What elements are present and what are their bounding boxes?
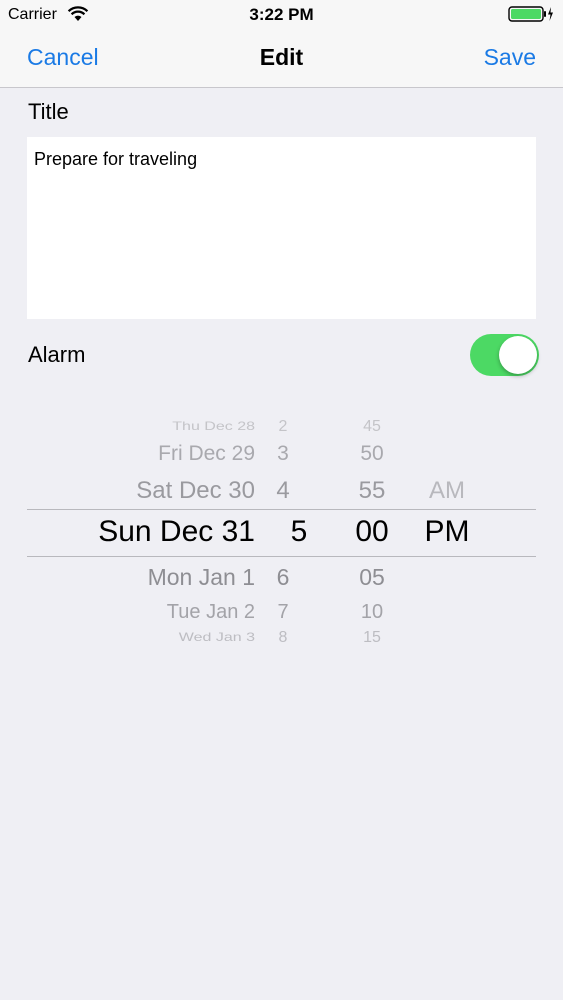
title-label: Title — [28, 99, 69, 124]
picker-hour-option[interactable]: 7 — [268, 601, 298, 624]
picker-date-selected[interactable]: Sun Dec 31 — [98, 515, 255, 549]
alarm-label: Alarm — [28, 342, 86, 367]
picker-date-option[interactable]: Tue Jan 2 — [167, 601, 255, 624]
picker-date-option[interactable]: Mon Jan 1 — [148, 564, 255, 591]
picker-date-option[interactable]: Sat Dec 30 — [136, 477, 255, 505]
picker-pm-selected[interactable]: PM — [417, 515, 477, 549]
picker-selection-bottom-line — [27, 556, 536, 557]
status-time: 3:22 PM — [249, 5, 314, 24]
picker-minute-option[interactable]: 50 — [347, 442, 397, 466]
picker-minute-option[interactable]: 45 — [347, 418, 397, 436]
picker-hour-selected[interactable]: 5 — [284, 515, 314, 549]
picker-selection-top-line — [27, 509, 536, 510]
page-title: Edit — [259, 44, 304, 70]
picker-date-option[interactable]: Wed Jan 3 — [179, 631, 255, 645]
picker-date-option[interactable]: Thu Dec 28 — [172, 421, 255, 434]
picker-hour-option[interactable]: 8 — [268, 629, 298, 647]
alarm-toggle[interactable] — [470, 334, 539, 376]
picker-minute-option[interactable]: 55 — [347, 477, 397, 505]
title-text-field[interactable]: Prepare for traveling — [27, 137, 536, 319]
picker-hour-option[interactable]: 6 — [268, 564, 298, 591]
picker-hour-option[interactable]: 3 — [268, 442, 298, 466]
battery-icon — [508, 6, 553, 22]
navigation-bar: Cancel Edit Save — [0, 30, 563, 88]
picker-minute-option[interactable]: 15 — [347, 629, 397, 647]
date-time-picker[interactable]: Thu Dec 28 Fri Dec 29 Sat Dec 30 Sun Dec… — [27, 405, 536, 655]
picker-minute-selected[interactable]: 00 — [347, 515, 397, 549]
picker-date-option[interactable]: Fri Dec 29 — [158, 442, 255, 466]
picker-minute-option[interactable]: 10 — [347, 601, 397, 624]
picker-hour-option[interactable]: 4 — [268, 477, 298, 505]
picker-minute-option[interactable]: 05 — [347, 564, 397, 591]
status-bar: Carrier 3:22 PM — [0, 0, 563, 30]
picker-hour-option[interactable]: 2 — [268, 418, 298, 436]
save-button[interactable]: Save — [484, 44, 536, 71]
picker-am-option[interactable]: AM — [417, 477, 477, 505]
toggle-knob — [499, 336, 537, 374]
